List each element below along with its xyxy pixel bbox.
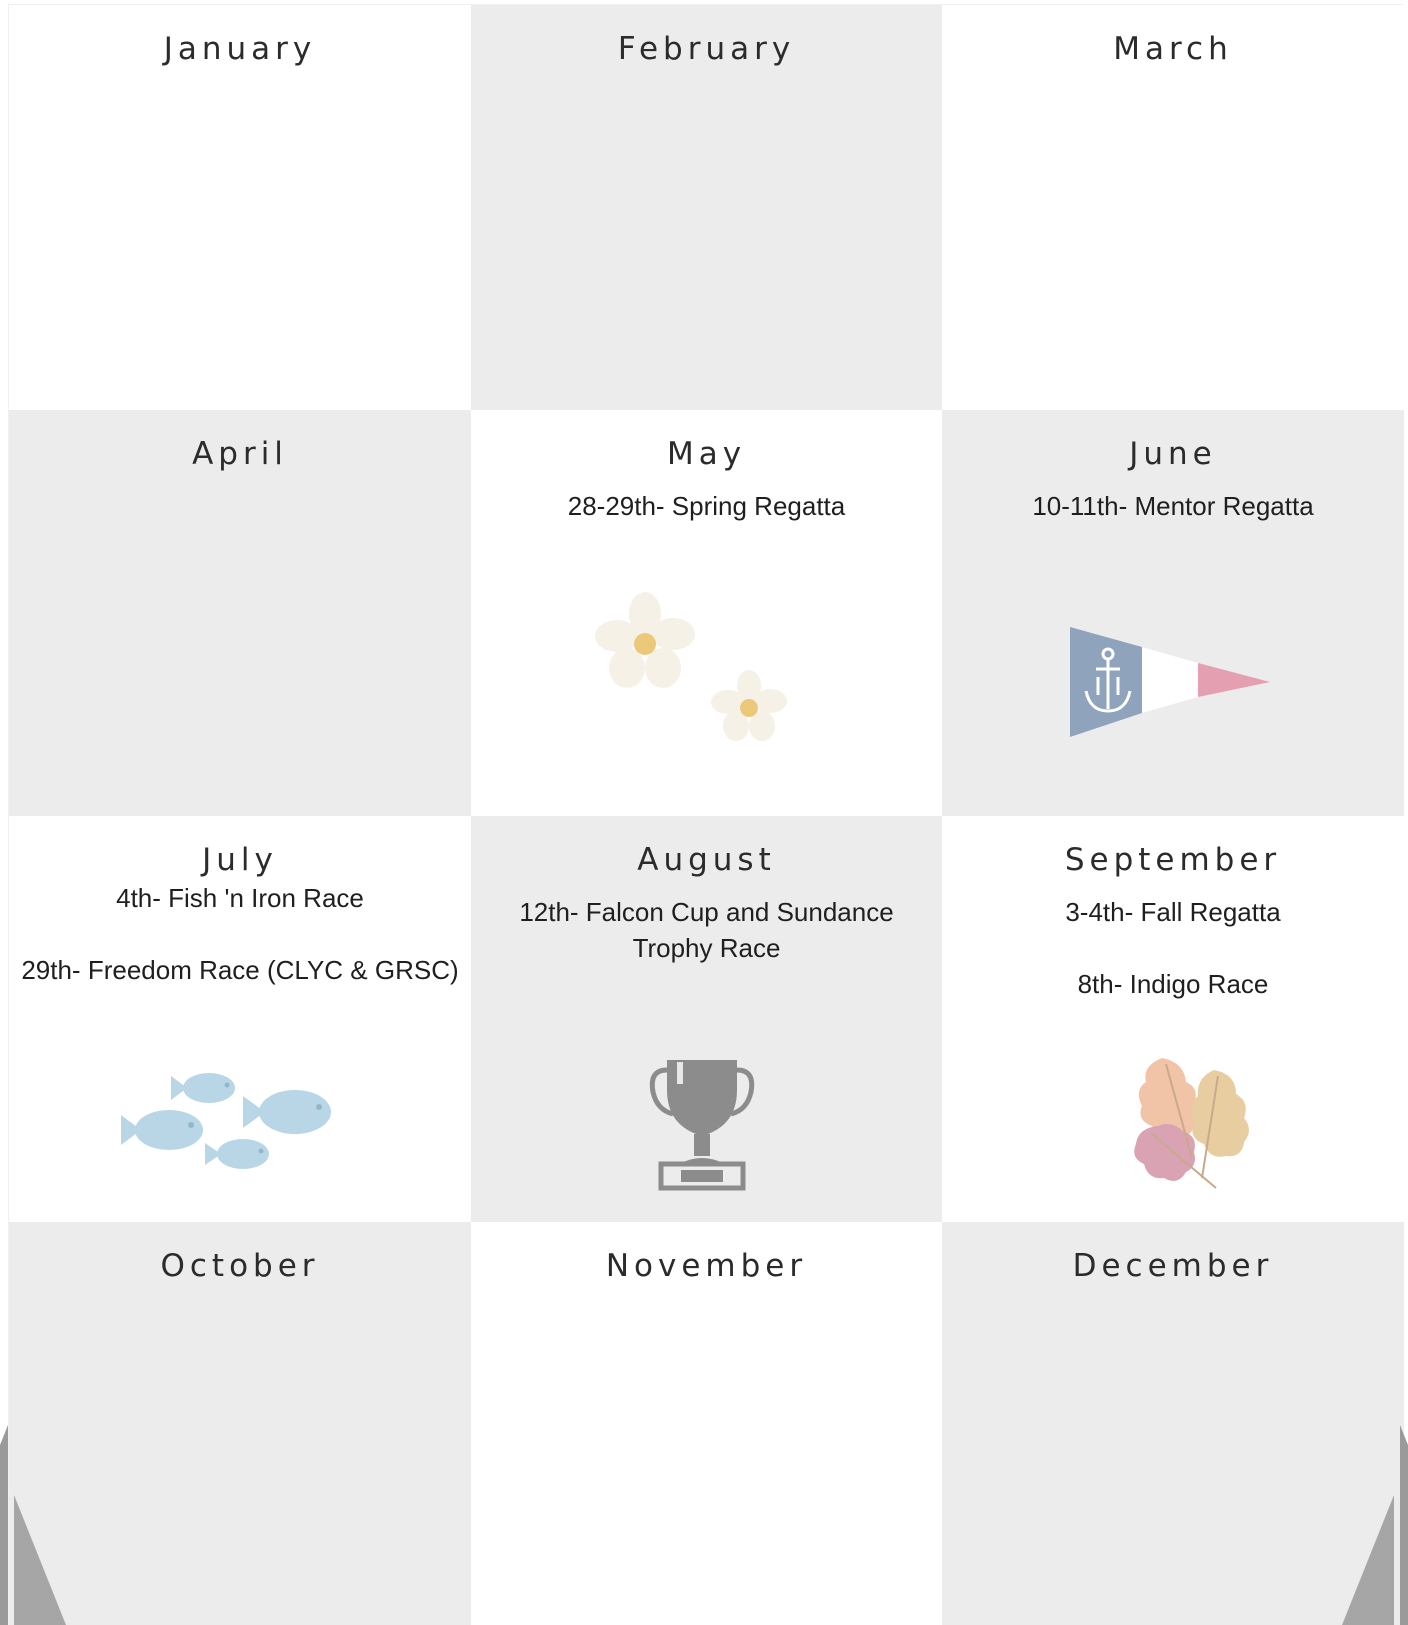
month-title: December: [1072, 1248, 1274, 1284]
month-cell-november: November: [471, 1222, 942, 1625]
autumn-leaves-icon: [1134, 1058, 1249, 1189]
month-title: April: [192, 436, 288, 472]
month-title: January: [163, 31, 317, 67]
month-title: November: [605, 1248, 808, 1284]
calendar-page: January February March April May 28-29th…: [0, 0, 1408, 1625]
event-list: 4th- Fish 'n Iron Race 29th- Freedom Rac…: [9, 880, 471, 988]
month-cell-july: July 4th- Fish 'n Iron Race 29th- Freedo…: [9, 816, 471, 1222]
school-of-fish-icon: [121, 1073, 331, 1169]
month-title: May: [666, 436, 747, 472]
event-item: 4th- Fish 'n Iron Race: [116, 883, 364, 913]
month-cell-january: January: [9, 5, 471, 410]
month-title: August: [637, 842, 776, 878]
month-title: September: [1064, 842, 1282, 878]
month-grid: January February March April May 28-29th…: [8, 4, 1404, 1625]
month-cell-may: May 28-29th- Spring Regatta: [471, 410, 942, 816]
event-item: 29th- Freedom Race (CLYC & GRSC): [21, 955, 459, 985]
month-title: March: [1113, 31, 1233, 67]
sailboat-right-icon: [1342, 1425, 1408, 1625]
month-cell-october: October: [9, 1222, 471, 1625]
month-cell-june: June 10-11th- Mentor Regatta: [942, 410, 1404, 816]
month-cell-august: August 12th- Falcon Cup and Sundance Tro…: [471, 816, 942, 1222]
event-item: 12th- Falcon Cup and Sundance Trophy Rac…: [519, 897, 894, 963]
event-list: 12th- Falcon Cup and Sundance Trophy Rac…: [507, 894, 907, 966]
event-item: 28-29th- Spring Regatta: [567, 491, 846, 521]
month-title: February: [617, 31, 796, 67]
event-item: 10-11th- Mentor Regatta: [1032, 491, 1314, 521]
anchor-pennant-flag-icon: [1070, 627, 1270, 737]
event-list: 10-11th- Mentor Regatta: [942, 488, 1404, 524]
sailboat-left-icon: [0, 1425, 66, 1625]
event-list: 3-4th- Fall Regatta 8th- Indigo Race: [942, 894, 1404, 1002]
month-title: June: [1129, 436, 1217, 472]
month-cell-march: March: [942, 5, 1404, 410]
trophy-cup-icon: [649, 1060, 755, 1191]
month-cell-december: December: [942, 1222, 1404, 1625]
daisy-flowers-icon: [595, 592, 787, 741]
event-list: 28-29th- Spring Regatta: [471, 488, 942, 524]
event-item: 8th- Indigo Race: [1077, 969, 1269, 999]
month-cell-april: April: [9, 410, 471, 816]
month-title: July: [202, 842, 278, 878]
event-item: 3-4th- Fall Regatta: [1065, 897, 1281, 927]
month-title: October: [160, 1248, 320, 1284]
month-cell-september: September 3-4th- Fall Regatta 8th- Indig…: [942, 816, 1404, 1222]
month-cell-february: February: [471, 5, 942, 410]
